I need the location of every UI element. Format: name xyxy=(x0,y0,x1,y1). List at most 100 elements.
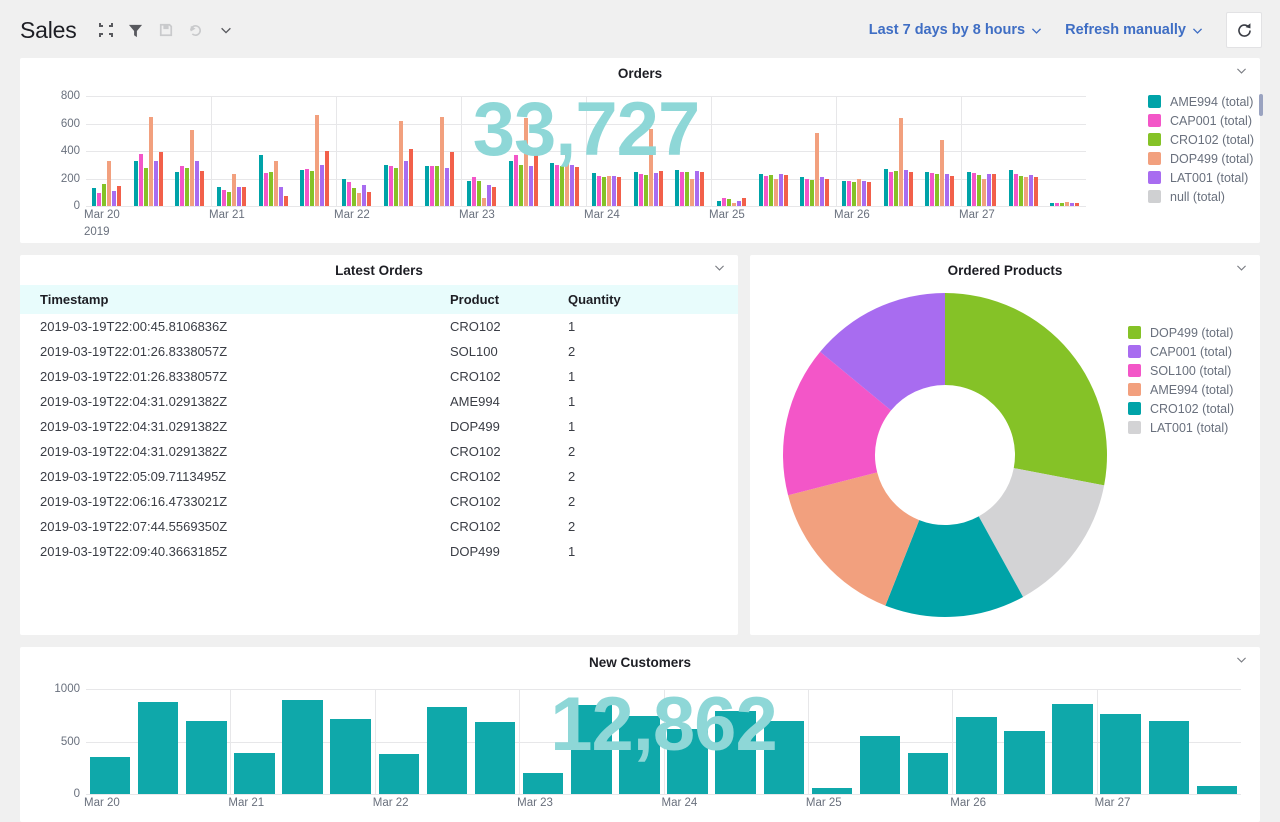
bar[interactable] xyxy=(1024,177,1028,206)
bar[interactable] xyxy=(1149,721,1189,795)
bar[interactable] xyxy=(700,172,704,206)
bar[interactable] xyxy=(619,716,659,794)
bar[interactable] xyxy=(362,185,366,206)
table-row[interactable]: 2019-03-19T22:01:26.8338057ZSOL1002 xyxy=(20,339,738,364)
bar[interactable] xyxy=(282,700,322,795)
bar[interactable] xyxy=(925,172,929,206)
bar[interactable] xyxy=(956,717,996,794)
bar[interactable] xyxy=(617,177,621,206)
bar[interactable] xyxy=(529,166,533,206)
bar[interactable] xyxy=(1034,177,1038,206)
bar[interactable] xyxy=(800,177,804,206)
bar[interactable] xyxy=(117,186,121,206)
bar[interactable] xyxy=(1070,203,1074,206)
bar[interactable] xyxy=(523,773,563,794)
table-row[interactable]: 2019-03-19T22:05:09.7113495ZCRO1022 xyxy=(20,464,738,489)
bar[interactable] xyxy=(759,174,763,206)
bar[interactable] xyxy=(884,169,888,206)
bar[interactable] xyxy=(612,176,616,206)
bar[interactable] xyxy=(242,187,246,206)
bar[interactable] xyxy=(930,173,934,206)
bar[interactable] xyxy=(357,193,361,206)
column-header-quantity[interactable]: Quantity xyxy=(568,285,738,314)
bar[interactable] xyxy=(222,190,226,207)
table-row[interactable]: 2019-03-19T22:09:40.3663185ZDOP4991 xyxy=(20,539,738,564)
bar[interactable] xyxy=(570,165,574,206)
bar[interactable] xyxy=(425,166,429,206)
bar[interactable] xyxy=(524,118,528,206)
legend-scrollbar[interactable] xyxy=(1259,94,1263,116)
collapse-icon[interactable] xyxy=(95,19,117,41)
bar[interactable] xyxy=(857,179,861,206)
bar[interactable] xyxy=(279,187,283,206)
bar[interactable] xyxy=(195,161,199,206)
bar[interactable] xyxy=(950,176,954,206)
bar[interactable] xyxy=(847,181,851,206)
bar[interactable] xyxy=(1014,174,1018,206)
bar[interactable] xyxy=(409,149,413,206)
bar[interactable] xyxy=(940,140,944,206)
legend-item[interactable]: CAP001 (total) xyxy=(1128,342,1234,361)
bar[interactable] xyxy=(379,754,419,794)
column-header-product[interactable]: Product xyxy=(450,285,568,314)
legend-item[interactable]: CAP001 (total) xyxy=(1148,111,1254,130)
legend-item[interactable]: CRO102 (total) xyxy=(1148,130,1254,149)
bar[interactable] xyxy=(487,185,491,206)
bar[interactable] xyxy=(149,117,153,206)
bar[interactable] xyxy=(722,198,726,206)
bar[interactable] xyxy=(1060,203,1064,206)
bar[interactable] xyxy=(862,181,866,206)
bar[interactable] xyxy=(200,171,204,206)
donut-slice[interactable] xyxy=(945,293,1107,485)
bar[interactable] xyxy=(812,788,852,794)
bar[interactable] xyxy=(675,170,679,206)
chevron-down-icon[interactable] xyxy=(713,261,726,279)
bar[interactable] xyxy=(180,166,184,206)
bar[interactable] xyxy=(330,719,370,794)
bar[interactable] xyxy=(300,170,304,206)
bar[interactable] xyxy=(269,172,273,206)
bar[interactable] xyxy=(234,753,274,794)
bar[interactable] xyxy=(342,179,346,207)
refresh-mode-selector[interactable]: Refresh manually xyxy=(1065,22,1204,38)
bar[interactable] xyxy=(695,171,699,206)
bar[interactable] xyxy=(399,121,403,206)
bar[interactable] xyxy=(602,177,606,206)
table-row[interactable]: 2019-03-19T22:04:31.0291382ZDOP4991 xyxy=(20,414,738,439)
bar[interactable] xyxy=(935,174,939,206)
bar[interactable] xyxy=(1029,175,1033,206)
bar[interactable] xyxy=(894,171,898,206)
bar[interactable] xyxy=(571,705,611,794)
bar[interactable] xyxy=(667,729,707,794)
bar[interactable] xyxy=(352,188,356,206)
bar[interactable] xyxy=(154,161,158,206)
table-row[interactable]: 2019-03-19T22:04:31.0291382ZCRO1022 xyxy=(20,439,738,464)
bar[interactable] xyxy=(389,166,393,206)
bar[interactable] xyxy=(102,184,106,206)
refresh-button[interactable] xyxy=(1226,12,1262,48)
bar[interactable] xyxy=(435,166,439,206)
bar[interactable] xyxy=(690,179,694,207)
bar[interactable] xyxy=(860,736,900,794)
chevron-down-icon[interactable] xyxy=(215,19,237,41)
bar[interactable] xyxy=(185,168,189,206)
bar[interactable] xyxy=(550,163,554,206)
bar[interactable] xyxy=(889,172,893,206)
chevron-down-icon[interactable] xyxy=(1235,261,1248,279)
bar[interactable] xyxy=(159,152,163,206)
legend-item[interactable]: null (total) xyxy=(1148,187,1254,206)
bar[interactable] xyxy=(1197,786,1237,794)
bar[interactable] xyxy=(186,721,226,795)
bar[interactable] xyxy=(659,171,663,206)
bar[interactable] xyxy=(92,188,96,206)
bar[interactable] xyxy=(1019,176,1023,206)
table-row[interactable]: 2019-03-19T22:04:31.0291382ZAME9941 xyxy=(20,389,738,414)
legend-item[interactable]: SOL100 (total) xyxy=(1128,361,1234,380)
bar[interactable] xyxy=(908,753,948,794)
legend-item[interactable]: CRO102 (total) xyxy=(1128,399,1234,418)
bar[interactable] xyxy=(909,172,913,206)
bar[interactable] xyxy=(764,176,768,206)
bar[interactable] xyxy=(237,187,241,206)
bar[interactable] xyxy=(320,165,324,206)
bar[interactable] xyxy=(742,198,746,206)
